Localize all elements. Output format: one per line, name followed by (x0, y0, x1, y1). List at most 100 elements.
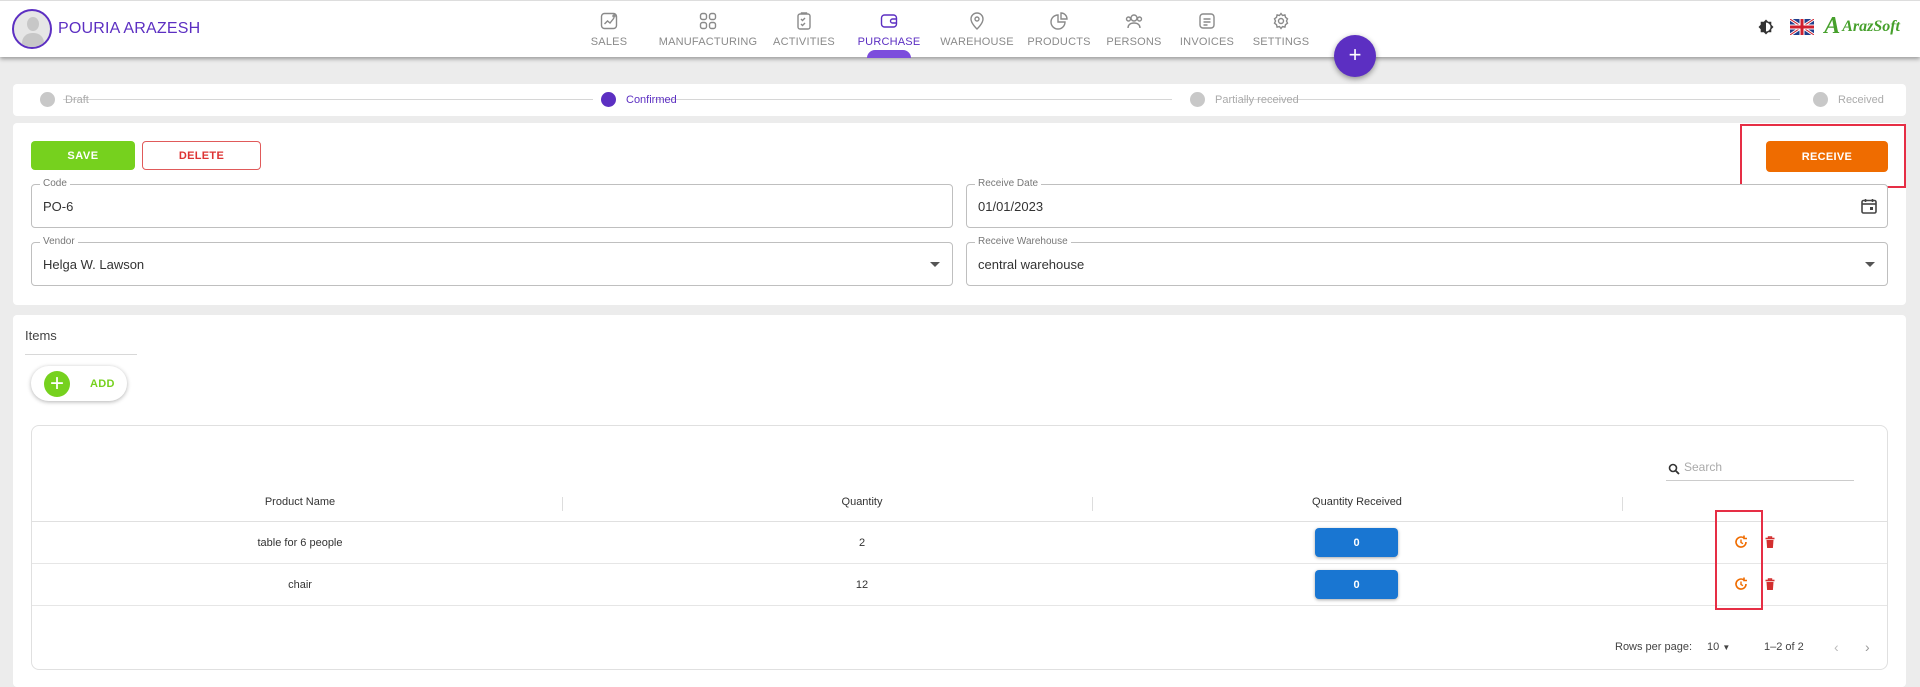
previous-page-icon[interactable]: ‹ (1834, 639, 1839, 655)
row-action-highlight-box (1715, 510, 1763, 610)
search-input[interactable] (1684, 460, 1850, 474)
nav-item-warehouse[interactable]: WAREHOUSE (940, 1, 1014, 58)
step-dot (601, 92, 616, 107)
step-label: Partially received (1215, 93, 1299, 106)
grid-icon (699, 12, 717, 30)
code-label: Code (40, 178, 70, 189)
save-button[interactable]: SAVE (31, 141, 135, 170)
rows-per-page-select[interactable]: 10 ▼ (1707, 641, 1730, 653)
top-right-tools: A ArazSoft (1756, 13, 1900, 40)
step-dot (1190, 92, 1205, 107)
nav-label: ACTIVITIES (773, 36, 835, 48)
status-stepper: Draft Confirmed Partially received Recei… (13, 84, 1906, 116)
people-icon (1125, 14, 1143, 29)
delete-icon[interactable] (1762, 576, 1778, 592)
plus-icon: + (44, 370, 70, 397)
calendar-icon[interactable] (1860, 197, 1878, 215)
column-header-product-name[interactable]: Product Name (207, 496, 393, 508)
main-nav: SALES MANUFACTURING ACTIVITIES PURCHASE … (580, 1, 1309, 58)
nav-item-manufacturing[interactable]: MANUFACTURING (658, 1, 758, 58)
vendor-select[interactable]: Vendor Helga W. Lawson (31, 236, 953, 286)
nav-item-sales[interactable]: SALES (580, 1, 638, 58)
rows-per-page-label: Rows per page: (1615, 641, 1693, 653)
step-connector (1240, 99, 1780, 100)
items-title: Items (25, 328, 57, 343)
divider (25, 354, 137, 355)
step-label: Confirmed (626, 93, 677, 106)
pagination-range: 1–2 of 2 (1764, 641, 1804, 653)
step-label: Draft (65, 93, 89, 106)
company-logo: A ArazSoft (1824, 13, 1900, 40)
receive-warehouse-label: Receive Warehouse (975, 236, 1071, 247)
add-fab-button[interactable]: + (1334, 35, 1376, 77)
location-pin-icon (970, 12, 984, 30)
receive-date-value: 01/01/2023 (978, 199, 1044, 214)
pie-chart-icon (1050, 12, 1068, 30)
step-connector (655, 99, 1172, 100)
column-header-quantity-received[interactable]: Quantity Received (1282, 496, 1432, 508)
step-confirmed[interactable]: Confirmed (601, 92, 677, 107)
column-header-quantity[interactable]: Quantity (802, 496, 922, 508)
delete-icon[interactable] (1762, 534, 1778, 550)
code-value: PO-6 (43, 199, 74, 214)
product-name-cell: chair (288, 579, 312, 591)
add-item-button[interactable]: + ADD (31, 366, 127, 401)
chevron-down-icon (1865, 262, 1875, 267)
logo-text: ArazSoft (1842, 17, 1900, 35)
logo-mark-icon: A (1824, 13, 1841, 39)
step-connector (63, 99, 593, 100)
step-label: Received (1838, 93, 1884, 106)
items-table: Product Name Quantity Quantity Received … (31, 425, 1888, 670)
items-panel: Items + ADD Product Name Quantity Quanti… (13, 315, 1906, 687)
user-name: POURIA ARAZESH (58, 20, 201, 37)
product-name-cell: table for 6 people (257, 537, 343, 549)
vendor-value: Helga W. Lawson (43, 257, 145, 272)
nav-label: PRODUCTS (1027, 36, 1091, 48)
nav-label: PURCHASE (857, 36, 921, 48)
nav-label: WAREHOUSE (940, 36, 1014, 48)
uk-flag-icon[interactable] (1790, 18, 1815, 35)
nav-label: SALES (590, 36, 628, 48)
add-label: ADD (90, 377, 115, 390)
receive-date-label: Receive Date (975, 178, 1042, 189)
step-dot (40, 92, 55, 107)
table-row[interactable]: table for 6 people 2 0 (32, 522, 1887, 564)
table-row[interactable]: chair 12 0 (32, 564, 1887, 606)
nav-item-settings[interactable]: SETTINGS (1253, 1, 1309, 58)
nav-label: PERSONS (1106, 36, 1162, 48)
step-draft[interactable]: Draft (40, 92, 89, 107)
nav-item-purchase[interactable]: PURCHASE (858, 1, 920, 58)
top-bar: POURIA ARAZESH SALES MANUFACTURING ACTIV… (0, 0, 1920, 57)
quantity-received-button[interactable]: 0 (1315, 570, 1398, 599)
search-icon (1668, 463, 1680, 475)
nav-label: INVOICES (1179, 36, 1235, 48)
clipboard-icon (797, 12, 811, 30)
nav-item-activities[interactable]: ACTIVITIES (772, 1, 836, 58)
next-page-icon[interactable]: › (1865, 639, 1870, 655)
step-dot (1813, 92, 1828, 107)
rows-per-page-value: 10 (1707, 641, 1720, 653)
column-separator (1622, 497, 1623, 511)
gear-icon (1273, 12, 1289, 30)
avatar[interactable] (12, 9, 52, 49)
delete-button[interactable]: DELETE (142, 141, 261, 170)
nav-item-products[interactable]: PRODUCTS (1027, 1, 1091, 58)
table-search[interactable] (1666, 459, 1854, 481)
quantity-received-button[interactable]: 0 (1315, 528, 1398, 557)
step-partially-received[interactable]: Partially received (1190, 92, 1299, 107)
receive-highlight-box (1740, 124, 1906, 188)
nav-item-invoices[interactable]: INVOICES (1179, 1, 1235, 58)
receive-date-field[interactable]: Receive Date 01/01/2023 (966, 178, 1888, 228)
receive-warehouse-select[interactable]: Receive Warehouse central warehouse (966, 236, 1888, 286)
nav-label: MANUFACTURING (658, 36, 758, 48)
quantity-cell: 2 (858, 537, 866, 549)
nav-label: SETTINGS (1252, 36, 1310, 48)
nav-item-persons[interactable]: PERSONS (1106, 1, 1162, 58)
column-separator (562, 497, 563, 511)
user-profile[interactable]: POURIA ARAZESH (12, 9, 200, 49)
code-field[interactable]: Code PO-6 (31, 178, 953, 228)
theme-toggle-icon[interactable] (1756, 17, 1776, 37)
wallet-icon (880, 14, 898, 28)
chevron-down-icon (930, 262, 940, 267)
step-received[interactable]: Received (1813, 92, 1884, 107)
